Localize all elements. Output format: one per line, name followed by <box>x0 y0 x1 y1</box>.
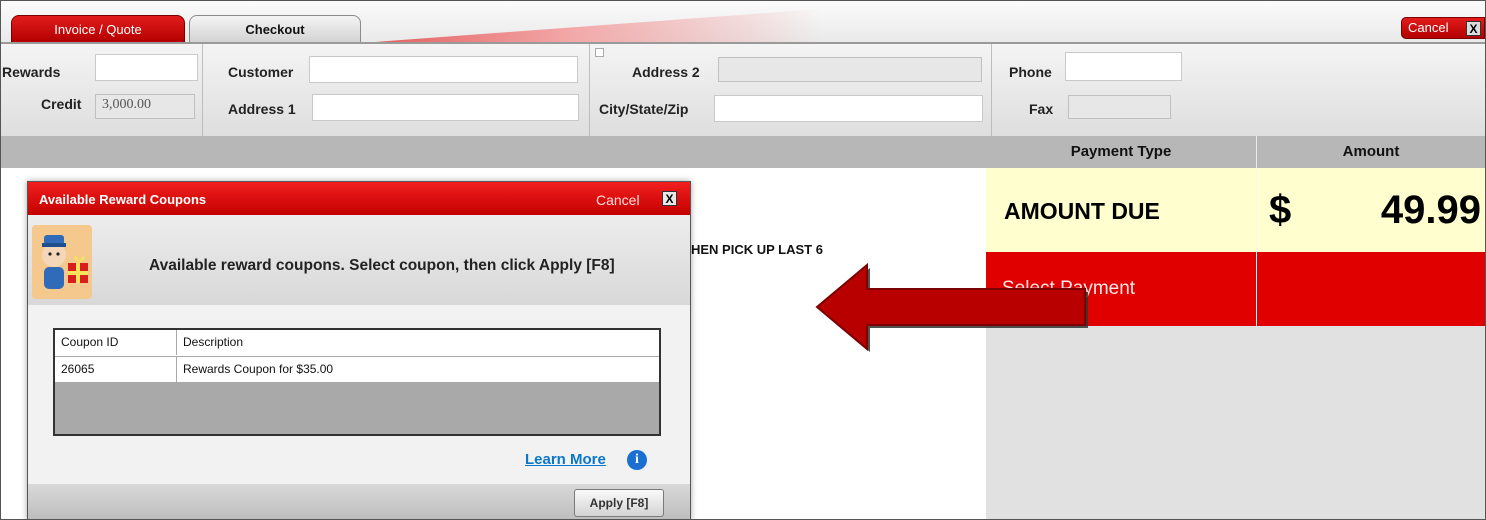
tab-invoice-quote[interactable]: Invoice / Quote <box>11 15 185 43</box>
coupon-description-cell: Rewards Coupon for $35.00 <box>183 362 334 376</box>
city-state-zip-label: City/State/Zip <box>599 101 689 117</box>
customer-input[interactable] <box>309 56 578 83</box>
order-note-text: HEN PICK UP LAST 6 <box>691 242 823 257</box>
customer-header: Rewards Credit 3,000.00 Customer Address… <box>1 44 1485 136</box>
reward-coupons-dialog: Available Reward Coupons Cancel X Availa… <box>27 181 691 519</box>
currency-symbol: $ <box>1269 188 1292 232</box>
payment-type-header: Payment Type <box>1070 143 1172 160</box>
city-state-zip-input[interactable] <box>714 95 983 122</box>
checkbox[interactable] <box>595 48 604 57</box>
select-payment-amount-cell[interactable] <box>1257 252 1485 326</box>
close-icon[interactable]: X <box>662 191 677 206</box>
phone-input[interactable] <box>1065 52 1182 81</box>
table-row[interactable]: 26065 Rewards Coupon for $35.00 <box>55 357 659 383</box>
left-arrow-icon <box>815 262 1088 352</box>
rewards-label: Rewards <box>2 64 61 80</box>
divider <box>589 44 590 136</box>
info-icon[interactable]: i <box>627 450 647 470</box>
amount-due-label: AMOUNT DUE <box>1004 198 1160 224</box>
learn-more-link[interactable]: Learn More <box>525 451 606 468</box>
phone-label: Phone <box>1009 64 1052 80</box>
divider <box>991 44 992 136</box>
credit-input: 3,000.00 <box>95 94 195 119</box>
dialog-title: Available Reward Coupons <box>39 192 207 207</box>
fax-input <box>1068 95 1171 119</box>
address1-input[interactable] <box>312 94 579 121</box>
address1-label: Address 1 <box>228 101 296 117</box>
column-divider <box>1256 136 1257 326</box>
address2-label: Address 2 <box>632 64 700 80</box>
dialog-title-bar: Available Reward Coupons Cancel X <box>28 182 690 215</box>
dialog-cancel-button[interactable]: Cancel <box>596 192 640 208</box>
cancel-checkout-button[interactable]: Cancel X <box>1401 17 1485 39</box>
table-header: Coupon ID Description <box>55 330 659 357</box>
dialog-instructions: Available reward coupons. Select coupon,… <box>149 257 615 274</box>
customer-label: Customer <box>228 64 294 80</box>
checkout-window: Invoice / Quote Checkout Cancel X Reward… <box>0 0 1486 520</box>
amount-due-value: 49.99 <box>1380 188 1481 232</box>
cancel-label: Cancel <box>1408 20 1449 35</box>
column-header-coupon-id: Coupon ID <box>55 330 177 355</box>
amount-due-row: AMOUNT DUE <box>986 168 1256 252</box>
mascot-gift-icon <box>32 225 92 299</box>
close-icon[interactable]: X <box>1466 21 1481 36</box>
amount-due-value-cell: $ 49.99 <box>1257 168 1485 252</box>
tab-checkout[interactable]: Checkout <box>189 15 361 45</box>
column-header-description: Description <box>183 335 244 349</box>
credit-label: Credit <box>41 96 82 112</box>
fax-label: Fax <box>1029 101 1054 117</box>
apply-button[interactable]: Apply [F8] <box>574 489 664 517</box>
divider <box>202 44 203 136</box>
rewards-input[interactable] <box>95 54 198 81</box>
coupon-table: Coupon ID Description 26065 Rewards Coup… <box>53 328 661 436</box>
address2-input <box>718 57 982 82</box>
coupon-id-cell: 26065 <box>55 357 177 382</box>
amount-header: Amount <box>1342 143 1400 160</box>
